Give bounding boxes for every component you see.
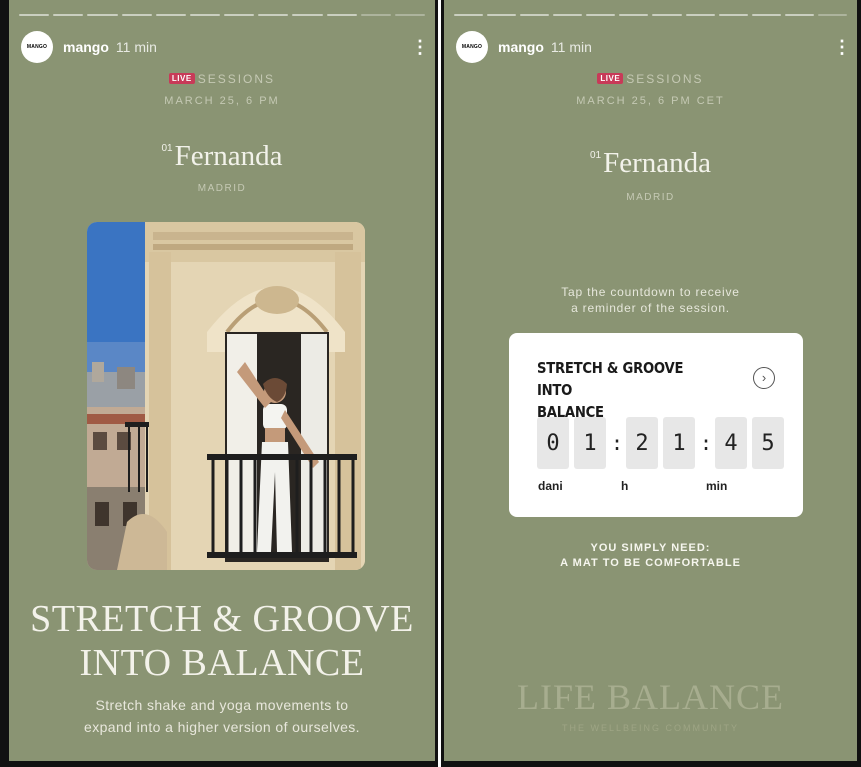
live-badge: LIVE [168, 73, 195, 84]
story-header: MANGO mango 11 min ⋮ [21, 30, 429, 64]
countdown-digit: 0 [537, 417, 569, 469]
countdown-digit: 2 [626, 417, 658, 469]
more-options-icon[interactable]: ⋮ [833, 38, 851, 56]
countdown-instruction-line-1: Tap the countdown to receive [561, 285, 740, 299]
life-balance-tagline: THE WELLBEING COMMUNITY [561, 723, 739, 733]
life-balance-logo: LIFE BALANCE [517, 677, 784, 717]
avatar[interactable]: MANGO [456, 31, 488, 63]
story-left[interactable]: MANGO mango 11 min ⋮ LIVE SESSIONS MARCH … [0, 0, 438, 767]
username[interactable]: mango [498, 39, 544, 55]
requirements-line-1: YOU SIMPLY NEED: [590, 542, 711, 554]
instructor-photo [87, 222, 365, 570]
countdown-digit: 1 [663, 417, 695, 469]
instructor-name: 01Fernanda [9, 140, 435, 173]
session-date: MARCH 25, 6 PM CET [576, 95, 725, 107]
instructor-name: 01Fernanda [444, 147, 857, 180]
session-description: Stretch shake and yoga movements to expa… [9, 694, 435, 738]
countdown-title-line-1: STRETCH & GROOVE INTO [537, 359, 684, 399]
post-time: 11 min [115, 39, 157, 55]
story-progress-bar [454, 14, 847, 16]
countdown-instruction: Tap the countdown to receive a reminder … [444, 284, 857, 316]
chevron-right-icon[interactable]: › [753, 367, 775, 389]
instructor-city: MADRID [626, 192, 675, 203]
countdown-title: STRETCH & GROOVE INTO BALANCE [537, 357, 713, 423]
countdown-unit-days: dani [538, 479, 563, 493]
countdown-digit: 4 [715, 417, 747, 469]
requirements-text: YOU SIMPLY NEED: A MAT TO BE COMFORTABLE [444, 541, 857, 571]
sessions-text: SESSIONS [197, 72, 276, 86]
countdown-colon: : [611, 431, 624, 455]
avatar[interactable]: MANGO [21, 31, 53, 63]
countdown-digit: 5 [752, 417, 784, 469]
story-header: MANGO mango 11 min ⋮ [456, 30, 851, 64]
story-right[interactable]: MANGO mango 11 min ⋮ LIVE SESSIONS MARCH … [441, 0, 861, 767]
sessions-text: SESSIONS [626, 72, 704, 86]
post-time: 11 min [550, 39, 592, 55]
countdown-instruction-line-2: a reminder of the session. [571, 301, 730, 315]
session-description-line-2: expand into a higher version of ourselve… [84, 719, 360, 735]
instructor-city: MADRID [197, 183, 247, 194]
session-index: 01 [589, 150, 602, 161]
countdown-unit-hours: h [621, 479, 629, 493]
live-sessions-label: LIVE SESSIONS [444, 72, 857, 86]
live-badge: LIVE [597, 73, 624, 84]
live-sessions-label: LIVE SESSIONS [9, 72, 435, 86]
session-description-line-1: Stretch shake and yoga movements to [95, 697, 349, 713]
instructor-name-text: Fernanda [174, 140, 283, 172]
countdown-digit: 1 [574, 417, 606, 469]
session-index: 01 [161, 143, 173, 154]
session-title-line-2: INTO BALANCE [79, 642, 365, 684]
requirements-line-2: A MAT TO BE COMFORTABLE [560, 557, 741, 569]
countdown-colon: : [700, 431, 713, 455]
story-bottom-edge [444, 761, 857, 767]
story-progress-bar [19, 14, 426, 16]
countdown-digits: 0 1 : 2 1 : 4 5 [537, 417, 789, 469]
more-options-icon[interactable]: ⋮ [411, 38, 429, 56]
countdown-unit-minutes: min [706, 479, 728, 493]
instructor-name-text: Fernanda [603, 147, 712, 179]
story-bottom-edge [9, 761, 435, 767]
session-title: STRETCH & GROOVE INTO BALANCE [9, 597, 435, 685]
session-title-line-1: STRETCH & GROOVE [30, 598, 414, 640]
username[interactable]: mango [63, 39, 109, 55]
session-date: MARCH 25, 6 PM [164, 95, 280, 107]
countdown-sticker[interactable]: STRETCH & GROOVE INTO BALANCE › 0 1 : 2 … [509, 333, 803, 517]
